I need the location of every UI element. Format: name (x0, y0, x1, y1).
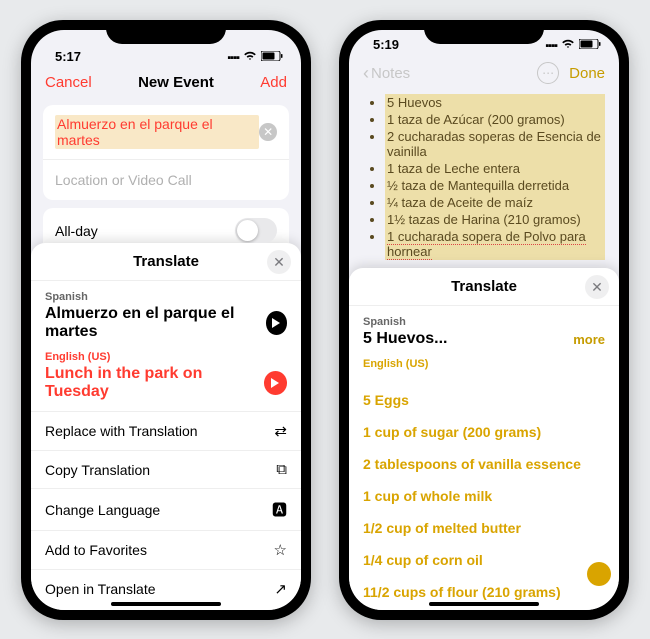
translation-line: 1/2 cup of melted butter (363, 512, 605, 544)
close-sheet-button[interactable]: ✕ (585, 275, 609, 299)
target-text: Lunch in the park on Tuesday (45, 365, 264, 401)
allday-label: All-day (55, 223, 98, 239)
add-favorites-button[interactable]: Add to Favorites ☆ (31, 531, 301, 570)
list-item: 1½ tazas de Harina (210 gramos) (385, 211, 605, 228)
status-time: 5:19 (373, 37, 399, 52)
signal-icon: ▪▪▪▪ (227, 52, 239, 64)
clear-title-icon[interactable]: ✕ (259, 123, 277, 141)
change-language-button[interactable]: Change Language 🅰 (31, 489, 301, 531)
action-button[interactable] (587, 562, 611, 586)
allday-toggle[interactable] (235, 218, 277, 243)
event-title-input[interactable]: Almuerzo en el parque el martes (55, 115, 259, 149)
star-icon: ☆ (274, 541, 287, 559)
iphone-notes: 5:19 ▪▪▪▪ ‹ Notes ⋯ Done (339, 20, 629, 620)
status-time: 5:17 (55, 49, 81, 64)
add-button[interactable]: Add (260, 74, 287, 91)
list-item: 1 cucharada sopera de Polvo para hornear (385, 228, 605, 260)
list-item: 2 cucharadas soperas de Esencia de vaini… (385, 128, 605, 160)
language-icon: 🅰 (272, 499, 287, 520)
status-right: ▪▪▪▪ (545, 39, 601, 52)
sheet-title: Translate (133, 253, 199, 270)
nav-bar: Cancel New Event Add (31, 68, 301, 97)
list-item: ½ taza de Mantequilla derretida (385, 177, 605, 194)
source-text: 5 Huevos... (363, 330, 447, 348)
chevron-left-icon: ‹ (363, 63, 369, 84)
play-source-button[interactable] (266, 311, 287, 335)
home-indicator[interactable] (111, 602, 221, 606)
wifi-icon (561, 39, 575, 52)
done-button[interactable]: Done (569, 65, 605, 82)
signal-icon: ▪▪▪▪ (545, 40, 557, 52)
status-right: ▪▪▪▪ (227, 51, 283, 64)
more-button[interactable]: more (573, 332, 605, 347)
replace-translation-button[interactable]: Replace with Translation ⇄ (31, 412, 301, 451)
more-options-button[interactable]: ⋯ (537, 62, 559, 84)
translation-list: 5 Eggs 1 cup of sugar (200 grams) 2 tabl… (349, 380, 619, 608)
close-sheet-button[interactable]: ✕ (267, 250, 291, 274)
notch (424, 20, 544, 44)
wifi-icon (243, 51, 257, 64)
translation-line: 1/4 cup of corn oil (363, 544, 605, 576)
location-input[interactable]: Location or Video Call (55, 172, 192, 188)
copy-icon: ⧉ (276, 461, 287, 478)
list-item: 1 taza de Leche entera (385, 160, 605, 177)
translate-sheet: Translate ✕ Spanish Almuerzo en el parqu… (31, 243, 301, 610)
translation-line: 1 cup of whole milk (363, 480, 605, 512)
sheet-title: Translate (451, 278, 517, 295)
target-language: English (US) (363, 358, 605, 370)
nav-bar: ‹ Notes ⋯ Done (349, 56, 619, 90)
back-button[interactable]: ‹ Notes (363, 63, 410, 84)
nav-title: New Event (138, 74, 214, 91)
list-item: 5 Huevos (385, 94, 605, 111)
replace-icon: ⇄ (274, 422, 287, 440)
notch (106, 20, 226, 44)
copy-translation-button[interactable]: Copy Translation ⧉ (31, 451, 301, 489)
list-item: 1 taza de Azúcar (200 gramos) (385, 111, 605, 128)
source-language: Spanish (45, 291, 287, 303)
list-item: ¼ taza de Aceite de maíz (385, 194, 605, 211)
source-text: Almuerzo en el parque el martes (45, 305, 266, 341)
source-language: Spanish (363, 316, 605, 328)
battery-icon (579, 39, 601, 52)
target-language: English (US) (45, 351, 287, 363)
play-target-button[interactable] (264, 371, 287, 395)
translation-line: 5 Eggs (363, 384, 605, 416)
translation-line: 2 tablespoons of vanilla essence (363, 448, 605, 480)
external-link-icon: ↗ (274, 580, 287, 598)
iphone-calendar: 5:17 ▪▪▪▪ Cancel New Event Add Almuerzo … (21, 20, 311, 620)
cancel-button[interactable]: Cancel (45, 74, 92, 91)
translation-line: 1 cup of sugar (200 grams) (363, 416, 605, 448)
translate-sheet: Translate ✕ Spanish 5 Huevos... more Eng… (349, 268, 619, 610)
home-indicator[interactable] (429, 602, 539, 606)
note-body[interactable]: 5 Huevos 1 taza de Azúcar (200 gramos) 2… (349, 90, 619, 268)
battery-icon (261, 51, 283, 64)
